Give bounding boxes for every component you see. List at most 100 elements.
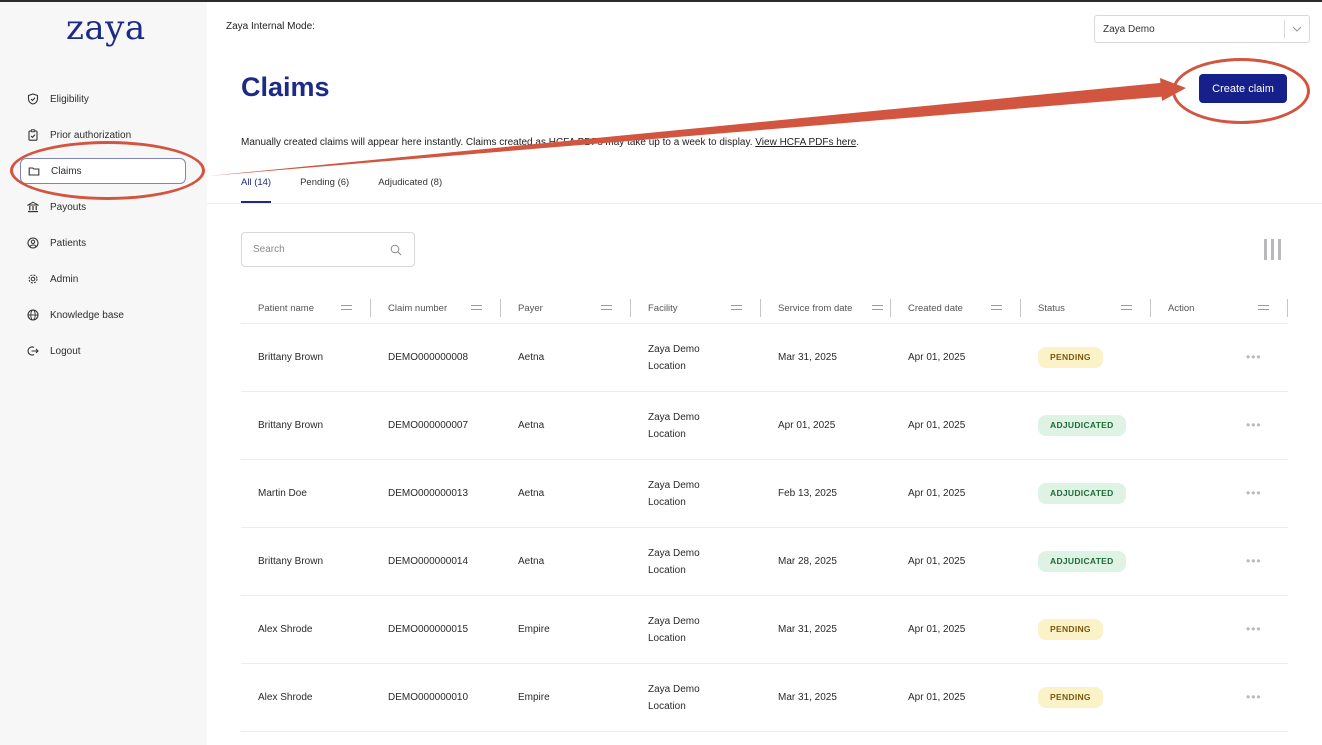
column-menu-icon[interactable]: [1258, 304, 1269, 313]
cell-service-date: Mar 31, 2025: [778, 624, 837, 635]
column-menu-icon[interactable]: [731, 304, 742, 313]
search-box[interactable]: [241, 232, 415, 267]
search-input[interactable]: [253, 244, 386, 255]
cell-facility: Zaya Demo Location: [631, 613, 761, 647]
cell-payer: Aetna: [518, 352, 545, 363]
table-row[interactable]: Brittany Brown DEMO000000008 Aetna Zaya …: [241, 324, 1288, 392]
column-header-action[interactable]: Action: [1151, 293, 1288, 324]
cell-action: •••: [1151, 485, 1288, 503]
cell-status: PENDING: [1021, 619, 1151, 640]
gear-icon: [26, 272, 40, 286]
facility-line: Location: [648, 428, 686, 440]
more-horizontal-icon[interactable]: •••: [1246, 418, 1262, 432]
organization-select-value: Zaya Demo: [1103, 23, 1155, 35]
status-badge: PENDING: [1038, 347, 1103, 368]
claims-table: Patient name Claim number Payer Facility…: [241, 293, 1288, 732]
cell-status: PENDING: [1021, 347, 1151, 368]
column-menu-icon[interactable]: [1121, 304, 1132, 313]
sidebar-item-label: Logout: [50, 345, 81, 357]
sidebar-item-eligibility[interactable]: Eligibility: [20, 86, 186, 112]
column-header-service-from-date[interactable]: Service from date: [761, 293, 891, 324]
cell-patient-name: Alex Shrode: [258, 624, 313, 635]
cell-status: ADJUDICATED: [1021, 483, 1151, 504]
sidebar-nav: Eligibility Prior authorization Claims P…: [20, 86, 186, 374]
more-horizontal-icon[interactable]: •••: [1246, 554, 1262, 568]
tab-all[interactable]: All (14): [241, 171, 272, 203]
cell-action: •••: [1151, 621, 1288, 639]
facility-line: Location: [648, 564, 686, 576]
more-horizontal-icon[interactable]: •••: [1246, 486, 1262, 500]
cell-claim-number: DEMO000000015: [388, 624, 469, 635]
column-menu-icon[interactable]: [872, 304, 883, 313]
column-header-claim-number[interactable]: Claim number: [371, 293, 501, 324]
cell-service-date: Mar 31, 2025: [778, 352, 837, 363]
cell-created-date: Apr 01, 2025: [908, 624, 966, 635]
cell-payer: Aetna: [518, 488, 545, 499]
sidebar-item-admin[interactable]: Admin: [20, 266, 186, 292]
user-circle-icon: [26, 236, 40, 250]
organization-select[interactable]: Zaya Demo: [1094, 15, 1310, 43]
tab-pending[interactable]: Pending (6): [300, 171, 349, 203]
zaya-logo[interactable]: zaya: [66, 8, 146, 48]
search-icon[interactable]: [386, 244, 406, 256]
column-header-status[interactable]: Status: [1021, 293, 1151, 324]
cell-service-date: Mar 28, 2025: [778, 556, 837, 567]
more-horizontal-icon[interactable]: •••: [1246, 690, 1262, 704]
table-row[interactable]: Alex Shrode DEMO000000010 Empire Zaya De…: [241, 664, 1288, 732]
facility-line: Zaya Demo: [648, 343, 700, 355]
column-menu-icon[interactable]: [991, 304, 1002, 313]
cell-service-date: Feb 13, 2025: [778, 488, 837, 499]
view-hcfa-pdfs-link[interactable]: View HCFA PDFs here: [755, 137, 856, 148]
cell-action: •••: [1151, 349, 1288, 367]
sidebar-item-label: Payouts: [50, 201, 87, 213]
claims-tabs: All (14) Pending (6) Adjudicated (8): [241, 171, 471, 203]
column-menu-icon[interactable]: [341, 304, 352, 313]
table-row[interactable]: Alex Shrode DEMO000000015 Empire Zaya De…: [241, 596, 1288, 664]
column-menu-icon[interactable]: [471, 304, 482, 313]
facility-line: Location: [648, 360, 686, 372]
table-row[interactable]: Brittany Brown DEMO000000007 Aetna Zaya …: [241, 392, 1288, 460]
cell-created-date: Apr 01, 2025: [908, 692, 966, 703]
cell-service-date: Apr 01, 2025: [778, 420, 836, 431]
cell-payer: Empire: [518, 624, 550, 635]
status-badge: PENDING: [1038, 619, 1103, 640]
sidebar-item-patients[interactable]: Patients: [20, 230, 186, 256]
column-label: Status: [1038, 302, 1065, 314]
column-resize-handle[interactable]: [1287, 298, 1288, 317]
cell-payer: Aetna: [518, 556, 545, 567]
cell-payer: Empire: [518, 692, 550, 703]
cell-status: PENDING: [1021, 687, 1151, 708]
cell-patient-name: Martin Doe: [258, 488, 307, 499]
table-row[interactable]: Brittany Brown DEMO000000014 Aetna Zaya …: [241, 528, 1288, 596]
notice-message: Manually created claims will appear here…: [241, 137, 753, 148]
cell-claim-number: DEMO000000008: [388, 352, 469, 363]
tab-adjudicated[interactable]: Adjudicated (8): [378, 171, 442, 203]
cell-created-date: Apr 01, 2025: [908, 488, 966, 499]
clipboard-check-icon: [26, 128, 40, 142]
column-header-facility[interactable]: Facility: [631, 293, 761, 324]
column-label: Action: [1168, 302, 1195, 314]
column-label: Facility: [648, 302, 678, 314]
sidebar-item-logout[interactable]: Logout: [20, 338, 186, 364]
highlight-oval-create-claim: [1172, 58, 1310, 124]
more-horizontal-icon[interactable]: •••: [1246, 622, 1262, 636]
cell-service-date: Mar 31, 2025: [778, 692, 837, 703]
sidebar: zaya Eligibility Prior authorization Cla…: [0, 2, 207, 745]
column-header-payer[interactable]: Payer: [501, 293, 631, 324]
column-label: Payer: [518, 302, 543, 314]
cell-status: ADJUDICATED: [1021, 551, 1151, 572]
chevron-down-icon[interactable]: [1285, 26, 1309, 32]
top-bar: Zaya Internal Mode: Zaya Demo: [207, 2, 1322, 50]
column-header-patient-name[interactable]: Patient name: [241, 293, 371, 324]
column-header-created-date[interactable]: Created date: [891, 293, 1021, 324]
table-row[interactable]: Martin Doe DEMO000000013 Aetna Zaya Demo…: [241, 460, 1288, 528]
sidebar-item-label: Knowledge base: [50, 309, 124, 321]
cell-patient-name: Brittany Brown: [258, 352, 324, 363]
columns-icon[interactable]: [1262, 239, 1282, 261]
page-title: Claims: [241, 72, 330, 102]
sidebar-item-knowledge-base[interactable]: Knowledge base: [20, 302, 186, 328]
more-horizontal-icon[interactable]: •••: [1246, 350, 1262, 364]
table-header: Patient name Claim number Payer Facility…: [241, 293, 1288, 324]
status-badge: ADJUDICATED: [1038, 551, 1126, 572]
column-menu-icon[interactable]: [601, 304, 612, 313]
